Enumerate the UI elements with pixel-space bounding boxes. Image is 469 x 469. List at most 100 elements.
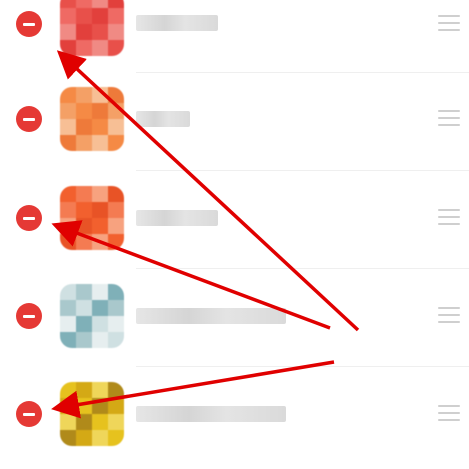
icon-pixel bbox=[60, 24, 76, 40]
icon-pixel bbox=[92, 430, 108, 446]
icon-pixel bbox=[92, 0, 108, 8]
icon-pixel bbox=[76, 316, 92, 332]
icon-pixel bbox=[60, 430, 76, 446]
icon-pixel bbox=[92, 24, 108, 40]
icon-pixel bbox=[60, 103, 76, 119]
icon-pixel bbox=[76, 430, 92, 446]
app-icon bbox=[60, 382, 124, 446]
list-item bbox=[0, 269, 469, 367]
app-list bbox=[0, 0, 469, 469]
icon-pixel bbox=[108, 8, 124, 24]
app-icon bbox=[60, 284, 124, 348]
icon-pixel bbox=[60, 284, 76, 300]
drag-handle-icon[interactable] bbox=[438, 15, 460, 35]
app-name bbox=[136, 308, 286, 324]
icon-pixel bbox=[108, 284, 124, 300]
icon-pixel bbox=[76, 234, 92, 250]
drag-handle-icon[interactable] bbox=[438, 405, 460, 425]
icon-pixel bbox=[108, 87, 124, 103]
icon-pixel bbox=[60, 40, 76, 56]
icon-pixel bbox=[76, 40, 92, 56]
icon-pixel bbox=[92, 103, 108, 119]
icon-pixel bbox=[92, 202, 108, 218]
icon-pixel bbox=[60, 332, 76, 348]
app-name bbox=[136, 111, 190, 127]
icon-pixel bbox=[108, 300, 124, 316]
icon-pixel bbox=[108, 218, 124, 234]
icon-pixel bbox=[92, 398, 108, 414]
icon-pixel bbox=[76, 284, 92, 300]
icon-pixel bbox=[76, 24, 92, 40]
icon-pixel bbox=[108, 332, 124, 348]
app-icon bbox=[60, 186, 124, 250]
remove-button[interactable] bbox=[16, 205, 42, 231]
minus-icon bbox=[23, 412, 35, 416]
icon-pixel bbox=[60, 382, 76, 398]
app-icon bbox=[60, 87, 124, 151]
icon-pixel bbox=[108, 24, 124, 40]
icon-pixel bbox=[76, 398, 92, 414]
icon-pixel bbox=[76, 8, 92, 24]
icon-pixel bbox=[92, 186, 108, 202]
icon-pixel bbox=[60, 316, 76, 332]
icon-pixel bbox=[60, 234, 76, 250]
icon-pixel bbox=[76, 218, 92, 234]
icon-pixel bbox=[76, 87, 92, 103]
icon-pixel bbox=[92, 316, 108, 332]
icon-pixel bbox=[60, 202, 76, 218]
drag-handle-icon[interactable] bbox=[438, 307, 460, 327]
icon-pixel bbox=[108, 430, 124, 446]
icon-pixel bbox=[92, 218, 108, 234]
icon-pixel bbox=[60, 135, 76, 151]
icon-pixel bbox=[76, 186, 92, 202]
list-item bbox=[0, 73, 469, 171]
icon-pixel bbox=[92, 40, 108, 56]
icon-pixel bbox=[60, 186, 76, 202]
remove-button[interactable] bbox=[16, 303, 42, 329]
app-name bbox=[136, 406, 286, 422]
icon-pixel bbox=[92, 135, 108, 151]
app-icon bbox=[60, 0, 124, 56]
minus-icon bbox=[23, 22, 35, 26]
icon-pixel bbox=[60, 398, 76, 414]
icon-pixel bbox=[108, 40, 124, 56]
icon-pixel bbox=[60, 8, 76, 24]
icon-pixel bbox=[92, 8, 108, 24]
icon-pixel bbox=[108, 119, 124, 135]
icon-pixel bbox=[60, 218, 76, 234]
minus-icon bbox=[23, 117, 35, 121]
icon-pixel bbox=[108, 135, 124, 151]
icon-pixel bbox=[92, 119, 108, 135]
minus-icon bbox=[23, 314, 35, 318]
remove-button[interactable] bbox=[16, 401, 42, 427]
list-item bbox=[0, 367, 469, 465]
icon-pixel bbox=[76, 119, 92, 135]
icon-pixel bbox=[76, 414, 92, 430]
icon-pixel bbox=[76, 382, 92, 398]
icon-pixel bbox=[92, 332, 108, 348]
icon-pixel bbox=[92, 87, 108, 103]
icon-pixel bbox=[108, 103, 124, 119]
icon-pixel bbox=[108, 414, 124, 430]
drag-handle-icon[interactable] bbox=[438, 209, 460, 229]
drag-handle-icon[interactable] bbox=[438, 110, 460, 130]
icon-pixel bbox=[76, 332, 92, 348]
icon-pixel bbox=[108, 186, 124, 202]
icon-pixel bbox=[108, 202, 124, 218]
icon-pixel bbox=[60, 119, 76, 135]
icon-pixel bbox=[92, 382, 108, 398]
icon-pixel bbox=[92, 300, 108, 316]
list-item bbox=[0, 171, 469, 269]
icon-pixel bbox=[60, 0, 76, 8]
remove-button[interactable] bbox=[16, 11, 42, 37]
icon-pixel bbox=[108, 316, 124, 332]
icon-pixel bbox=[92, 414, 108, 430]
icon-pixel bbox=[92, 284, 108, 300]
minus-icon bbox=[23, 216, 35, 220]
remove-button[interactable] bbox=[16, 106, 42, 132]
icon-pixel bbox=[108, 398, 124, 414]
icon-pixel bbox=[92, 234, 108, 250]
icon-pixel bbox=[60, 87, 76, 103]
icon-pixel bbox=[60, 414, 76, 430]
icon-pixel bbox=[76, 135, 92, 151]
